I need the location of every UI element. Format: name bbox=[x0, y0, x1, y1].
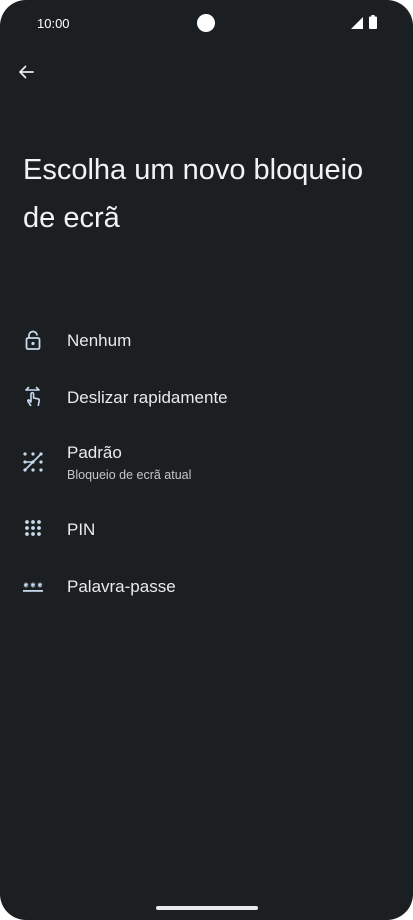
status-time: 10:00 bbox=[37, 16, 70, 31]
option-subtitle: Bloqueio de ecrã atual bbox=[67, 468, 192, 482]
screen: 10:00 Escolha um novo bloqueio de ecrã N… bbox=[0, 0, 413, 920]
pattern-icon bbox=[23, 452, 43, 472]
option-swipe[interactable]: Deslizar rapidamente bbox=[0, 375, 413, 425]
option-pin[interactable]: PIN bbox=[0, 507, 413, 557]
password-icon bbox=[23, 582, 43, 592]
status-bar: 10:00 bbox=[0, 0, 413, 46]
option-none[interactable]: Nenhum bbox=[0, 318, 413, 368]
gesture-navigation-bar[interactable] bbox=[156, 906, 258, 910]
option-label: Deslizar rapidamente bbox=[67, 388, 228, 407]
option-label: PIN bbox=[67, 520, 96, 539]
pin-icon bbox=[25, 520, 41, 536]
option-pattern[interactable]: Padrão Bloqueio de ecrã atual bbox=[0, 432, 413, 482]
option-password[interactable]: Palavra-passe bbox=[0, 564, 413, 614]
lock-open-icon bbox=[25, 330, 41, 350]
arrow-left-icon[interactable] bbox=[14, 60, 38, 84]
camera-cutout bbox=[197, 14, 215, 32]
option-label: Palavra-passe bbox=[67, 577, 176, 596]
battery-icon bbox=[369, 15, 377, 29]
cell-signal-icon bbox=[351, 17, 363, 29]
option-label: Padrão bbox=[67, 443, 122, 462]
page-title: Escolha um novo bloqueio de ecrã bbox=[23, 154, 364, 234]
swipe-icon bbox=[25, 386, 41, 407]
option-label: Nenhum bbox=[67, 331, 132, 350]
